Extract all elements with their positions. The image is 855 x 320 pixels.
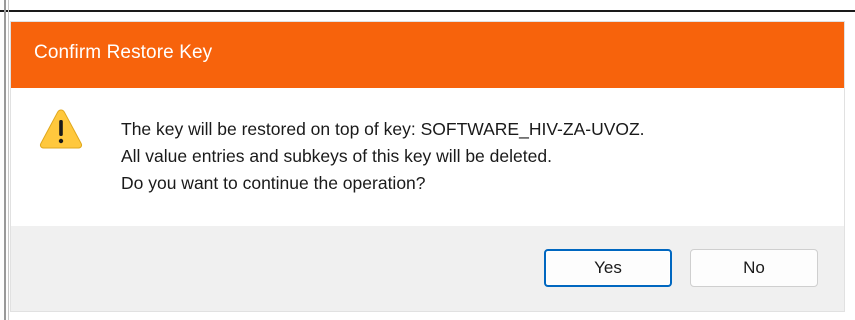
dialog-content: The key will be restored on top of key: … bbox=[11, 88, 844, 226]
dialog-message: The key will be restored on top of key: … bbox=[121, 116, 645, 197]
message-line: All value entries and subkeys of this ke… bbox=[121, 146, 552, 166]
confirm-restore-key-dialog: Confirm Restore Key The key will be rest… bbox=[10, 21, 845, 312]
dialog-title: Confirm Restore Key bbox=[34, 42, 213, 63]
message-line: Do you want to continue the operation? bbox=[121, 173, 426, 193]
yes-button[interactable]: Yes bbox=[544, 249, 672, 287]
dialog-button-bar: Yes No bbox=[11, 226, 844, 311]
dialog-titlebar[interactable]: Confirm Restore Key bbox=[11, 22, 844, 88]
message-line: The key will be restored on top of key: … bbox=[121, 119, 645, 139]
no-button[interactable]: No bbox=[690, 249, 818, 287]
background-window-left-edge bbox=[4, 0, 6, 320]
warning-icon bbox=[39, 108, 83, 150]
background-window-edge bbox=[0, 10, 855, 12]
background-window-left-edge-inner bbox=[8, 0, 9, 320]
